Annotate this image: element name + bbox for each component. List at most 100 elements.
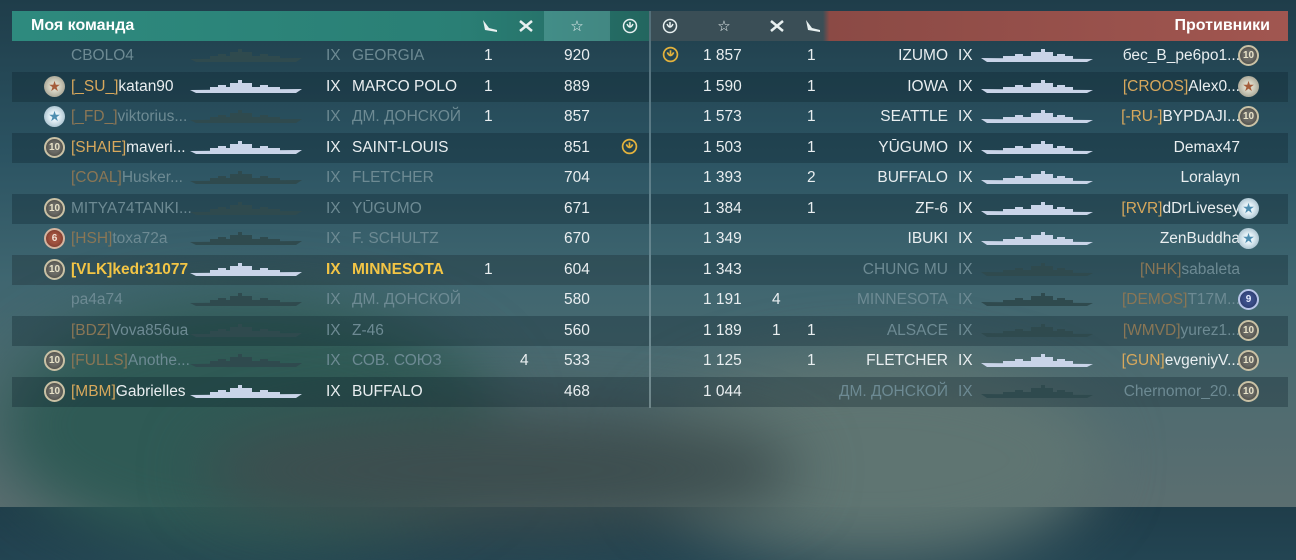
player-name: [_FD_]viktorius... bbox=[71, 108, 188, 125]
player-name: CBOLO4 bbox=[71, 47, 134, 64]
player-row[interactable]: 6 [HSH]toxa72a IX F. SCHULTZ 670 bbox=[12, 224, 649, 255]
ships-killed-header-icon[interactable] bbox=[508, 11, 544, 41]
xp-value: 1 343 bbox=[703, 260, 742, 278]
player-name: [SHAIE]maveri... bbox=[71, 138, 186, 156]
xp-value: 468 bbox=[564, 382, 590, 400]
ship-name: IOWA bbox=[907, 77, 948, 95]
enemy-player-row[interactable]: 1 343 CHUNG MU IX [NHK]sabaleta bbox=[651, 254, 1288, 285]
enemy-player-row[interactable]: 1 384 1 ZF-6 IX [RVR]dDrLivesey ★ bbox=[651, 193, 1288, 224]
achievement-header-icon[interactable] bbox=[651, 11, 689, 41]
ship-tier: IX bbox=[326, 260, 341, 278]
enemy-player-row[interactable]: 1 857 1 IZUMO IX бес_В_ре6ро1... 10 bbox=[651, 41, 1288, 72]
xp-value: 560 bbox=[564, 321, 590, 339]
enemy-team-title: Противники bbox=[1174, 17, 1271, 34]
ship-silhouette-icon bbox=[190, 293, 302, 307]
planes-killed-header-icon[interactable] bbox=[472, 11, 508, 41]
enemy-player-row[interactable]: 1 189 1 1 ALSACE IX [WMVD]yurez1... 10 bbox=[651, 315, 1288, 346]
player-row[interactable]: ★ [_FD_]viktorius... IX ДМ. ДОНСКОЙ 1 857 bbox=[12, 102, 649, 133]
enemy-player-row[interactable]: 1 349 IBUKI IX ZenBuddha ★ bbox=[651, 224, 1288, 255]
planes-killed-header-icon[interactable] bbox=[795, 11, 831, 41]
player-name: бес_В_ре6ро1... bbox=[1122, 47, 1240, 64]
ship-silhouette-icon bbox=[190, 140, 302, 155]
ship-silhouette-icon bbox=[981, 49, 1093, 63]
ship-tier: IX bbox=[958, 108, 973, 125]
ship-tier: IX bbox=[326, 108, 341, 125]
player-name: [MBM]Gabrielles bbox=[71, 382, 186, 400]
ship-tier: IX bbox=[958, 230, 973, 247]
planes-killed-value: 1 bbox=[484, 47, 493, 64]
player-row[interactable]: 10 [FULLS]Anothe... IX СОВ. СОЮЗ 4 533 bbox=[12, 346, 649, 377]
xp-value: 920 bbox=[564, 47, 590, 64]
planes-killed-value: 1 bbox=[484, 260, 493, 278]
enemy-player-row[interactable]: 1 125 1 FLETCHER IX [GUN]evgeniyV... 10 bbox=[651, 346, 1288, 377]
enemy-player-row[interactable]: 1 573 1 SEATTLE IX [-RU-]BYPDAJI... 10 bbox=[651, 102, 1288, 133]
ship-silhouette-icon bbox=[981, 79, 1093, 94]
ship-tier: IX bbox=[958, 352, 973, 369]
player-row[interactable]: [COAL]Husker... IX FLETCHER 704 bbox=[12, 163, 649, 194]
enemy-player-row[interactable]: 1 191 4 MINNESOTA IX [DEMOS]T17M... 9 bbox=[651, 285, 1288, 316]
achievement-medal-icon bbox=[662, 46, 679, 63]
ship-silhouette-icon bbox=[981, 293, 1093, 307]
player-name: Chernomor_20... bbox=[1123, 382, 1240, 400]
player-row[interactable]: 10 MITYA74TANKI... IX YŪGUMO 671 bbox=[12, 193, 649, 224]
player-name: MITYA74TANKI... bbox=[71, 199, 192, 217]
player-name: [-RU-]BYPDAJI... bbox=[1121, 108, 1240, 125]
player-row[interactable]: 10 [SHAIE]maveri... IX SAINT-LOUIS 851 bbox=[12, 132, 649, 163]
player-row[interactable]: CBOLO4 IX GEORGIA 1 920 bbox=[12, 41, 649, 72]
xp-value: 580 bbox=[564, 291, 590, 308]
xp-value: 889 bbox=[564, 77, 590, 95]
level-10-badge-icon: 10 bbox=[1238, 319, 1259, 341]
enemy-player-row[interactable]: 1 503 1 YŪGUMO IX Demax47 bbox=[651, 132, 1288, 163]
player-row[interactable]: [BDZ]Vova856ua IX Z-46 560 bbox=[12, 315, 649, 346]
enemy-player-row[interactable]: 1 393 2 BUFFALO IX Loralayn bbox=[651, 163, 1288, 194]
planes-killed-value: 1 bbox=[807, 47, 816, 64]
xp-value: 851 bbox=[564, 138, 590, 156]
ship-name: IZUMO bbox=[898, 47, 948, 64]
ship-name: ALSACE bbox=[886, 321, 948, 339]
ship-silhouette-icon bbox=[190, 323, 302, 338]
planes-killed-value: 1 bbox=[807, 352, 816, 369]
xp-header-icon[interactable]: ☆ bbox=[689, 11, 759, 41]
ships-killed-value: 1 bbox=[772, 321, 781, 339]
player-name: Demax47 bbox=[1173, 138, 1240, 156]
level-10-badge-icon: 10 bbox=[44, 380, 65, 402]
player-row[interactable]: 10 [MBM]Gabrielles IX BUFFALO 468 bbox=[12, 376, 649, 407]
ship-tier: IX bbox=[958, 77, 973, 95]
ship-name: MARCO POLO bbox=[352, 77, 458, 95]
ship-name: FLETCHER bbox=[866, 352, 948, 369]
ship-tier: IX bbox=[326, 77, 341, 95]
player-row[interactable]: ★ [_SU_]katan90 IX MARCO POLO 1 889 bbox=[12, 71, 649, 102]
achievement-header-icon[interactable] bbox=[610, 11, 649, 41]
star-badge-icon: ★ bbox=[1238, 75, 1259, 97]
star-badge-icon: ★ bbox=[44, 106, 65, 127]
xp-value: 533 bbox=[564, 352, 590, 369]
ship-tier: IX bbox=[958, 260, 973, 278]
player-name: [RVR]dDrLivesey bbox=[1121, 199, 1240, 217]
ship-silhouette-icon bbox=[190, 110, 302, 124]
player-row[interactable]: pa4a74 IX ДМ. ДОНСКОЙ 580 bbox=[12, 285, 649, 316]
ship-name: Z-46 bbox=[352, 321, 384, 339]
ship-tier: IX bbox=[958, 169, 973, 186]
ship-tier: IX bbox=[326, 138, 341, 156]
enemy-player-row[interactable]: 1 590 1 IOWA IX [CROOS]Alex0... ★ bbox=[651, 71, 1288, 102]
my-team-panel: Моя команда ☆ CBOLO4 IX GEORGIA 1 920 ★ [_SU_]… bbox=[12, 11, 649, 408]
planes-killed-value: 1 bbox=[484, 108, 493, 125]
ship-name: BUFFALO bbox=[877, 169, 948, 186]
ships-killed-header-icon[interactable] bbox=[759, 11, 795, 41]
enemy-player-row[interactable]: 1 044 ДМ. ДОНСКОЙ IX Chernomor_20... 10 bbox=[651, 376, 1288, 407]
ship-silhouette-icon bbox=[981, 201, 1093, 216]
xp-header-icon[interactable]: ☆ bbox=[544, 11, 610, 41]
ship-name: ДМ. ДОНСКОЙ bbox=[352, 291, 462, 308]
ship-silhouette-icon bbox=[190, 49, 302, 63]
ship-name: FLETCHER bbox=[352, 169, 434, 186]
ship-silhouette-icon bbox=[981, 171, 1093, 185]
enemy-team-panel: ☆ Противники 1 857 1 IZUMO IX бес_В_ре6ро1..… bbox=[651, 11, 1288, 408]
xp-value: 604 bbox=[564, 260, 590, 278]
player-row[interactable]: 10 [VLK]kedr31077 IX MINNESOTA 1 604 bbox=[12, 254, 649, 285]
xp-value: 1 349 bbox=[703, 230, 742, 247]
ships-killed-value: 4 bbox=[520, 352, 529, 369]
ship-silhouette-icon bbox=[981, 262, 1093, 277]
ship-tier: IX bbox=[958, 382, 973, 400]
ship-tier: IX bbox=[958, 199, 973, 217]
xp-value: 671 bbox=[564, 199, 590, 217]
